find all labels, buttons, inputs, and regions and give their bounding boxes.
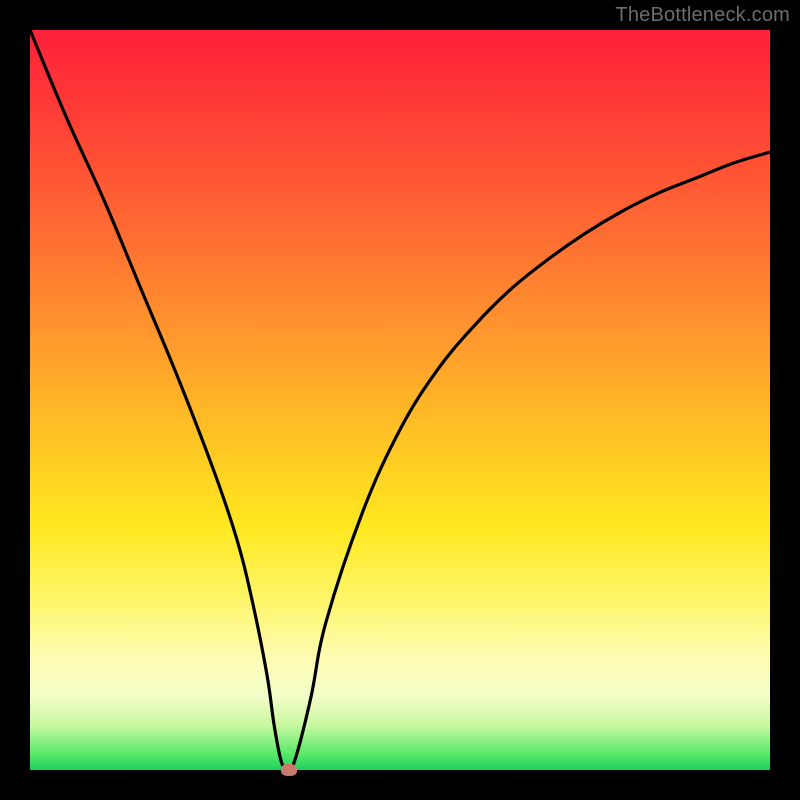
- bottleneck-curve: [30, 30, 770, 771]
- chart-frame: TheBottleneck.com: [0, 0, 800, 800]
- curve-layer: [0, 0, 800, 800]
- minimum-marker: [281, 764, 297, 776]
